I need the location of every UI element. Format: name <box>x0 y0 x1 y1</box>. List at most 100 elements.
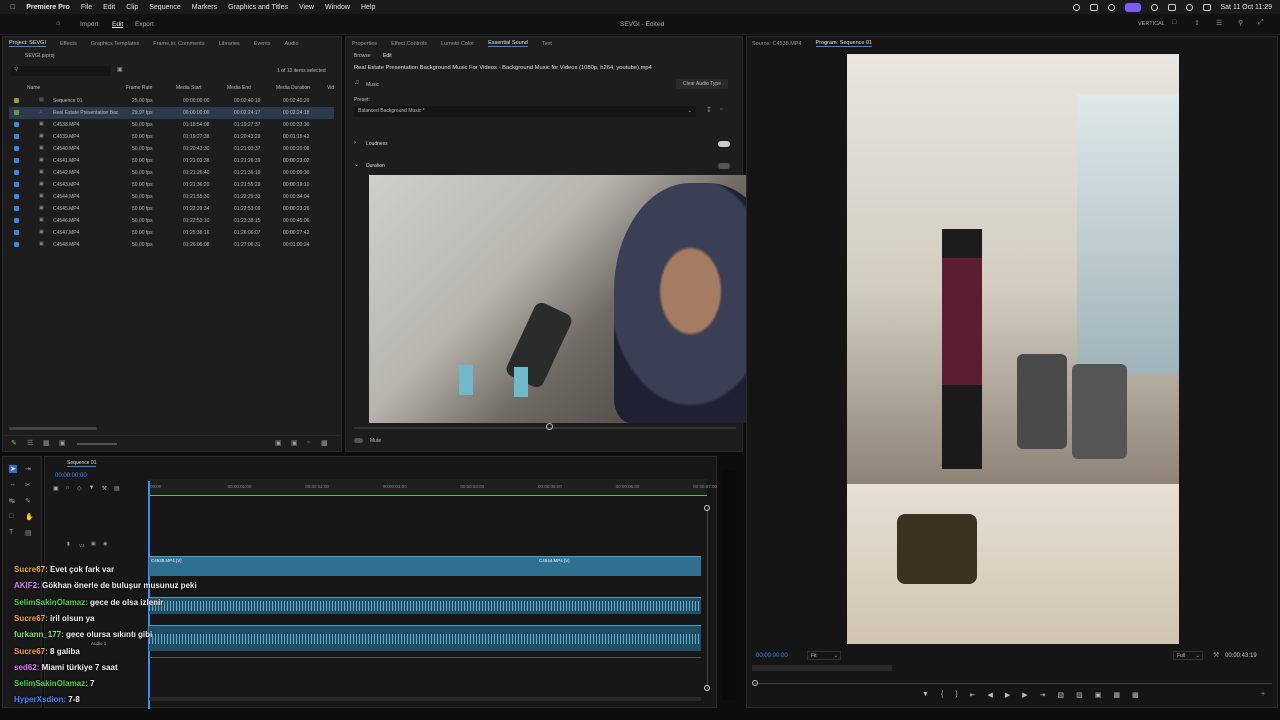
export-frame-icon[interactable]: ▩ <box>1132 691 1139 703</box>
ripple-edit-icon[interactable]: ↔ <box>9 481 16 488</box>
program-scrubber[interactable] <box>752 665 892 671</box>
list-view-icon[interactable]: ☰ <box>27 439 33 447</box>
trash-icon[interactable]: ▫ <box>307 439 309 446</box>
col-media-duration[interactable]: Media Duration <box>276 85 310 91</box>
label-color-swatch[interactable] <box>14 110 19 115</box>
tab-graphics-templates[interactable]: Graphics Templates <box>91 41 140 47</box>
battery-icon[interactable] <box>1167 3 1176 11</box>
extract-icon[interactable]: ▨ <box>1076 691 1083 703</box>
label-color-swatch[interactable] <box>14 98 19 103</box>
captions-icon[interactable]: ▤ <box>114 485 120 492</box>
duration-label[interactable]: Duration <box>366 163 385 169</box>
tab-effect-controls[interactable]: Effect Controls <box>391 41 427 47</box>
menu-graphics[interactable]: Graphics and Titles <box>228 4 288 11</box>
label-color-swatch[interactable] <box>14 182 19 187</box>
add-button-icon[interactable]: + <box>1261 691 1265 698</box>
timeline-timecode[interactable]: 00:00:00:00 <box>55 473 87 479</box>
tab-lumetri[interactable]: Lumetri Color <box>441 41 474 47</box>
tab-program[interactable]: Program: Sequence 01 <box>815 40 873 47</box>
project-row[interactable]: ▣ C4539.MP4 50.00 fps 01:19:27:38 01:20:43:2… <box>9 131 334 143</box>
settings-icon[interactable]: ☰ <box>1216 19 1222 27</box>
program-timecode[interactable]: 00:00:00:00 <box>756 653 788 659</box>
program-timeline-bar[interactable] <box>752 683 1272 684</box>
menu-markers[interactable]: Markers <box>192 4 217 11</box>
fullscreen-icon[interactable]: ⤢ <box>1258 19 1264 27</box>
tab-source[interactable]: Source: C4538.MP4 <box>752 41 802 47</box>
preset-select[interactable]: Balanced Background Music * ⌄ <box>354 106 696 117</box>
label-color-swatch[interactable] <box>14 218 19 223</box>
menu-sequence[interactable]: Sequence <box>149 4 181 11</box>
project-row[interactable]: ▣ C4541.MP4 50.00 fps 01:21:03:38 01:21:26:3… <box>9 155 334 167</box>
loudness-label[interactable]: Loudness <box>366 141 388 147</box>
project-row[interactable]: ▣ C4548.MP4 50.00 fps 01:26:06:08 01:27:06:3… <box>9 239 334 251</box>
tab-essential-sound[interactable]: Essential Sound <box>488 40 528 47</box>
rectangle-icon[interactable]: □ <box>9 513 13 520</box>
subtab-browse[interactable]: Browse <box>354 53 371 59</box>
selection-tool-icon[interactable]: ➤ <box>9 465 17 473</box>
tab-frameio[interactable]: Frame.io: Comments <box>153 41 204 47</box>
folder-icon[interactable]: ▣ <box>275 439 282 447</box>
freeform-icon[interactable]: ▣ <box>59 439 66 447</box>
icon-view-icon[interactable]: ▦ <box>43 439 50 447</box>
sequence-tab[interactable]: Sequence 01 <box>67 460 97 467</box>
menu-window[interactable]: Window <box>325 4 350 11</box>
col-media-end[interactable]: Media End <box>227 85 251 91</box>
record-icon[interactable] <box>1072 3 1080 11</box>
tab-audio[interactable]: Audio <box>285 41 299 47</box>
project-row[interactable]: ▣ C4544.MP4 50.00 fps 01:21:55:30 01:22:29:3… <box>9 191 334 203</box>
horizontal-scrollbar[interactable] <box>149 697 701 701</box>
project-row[interactable]: ▣ C4546.MP4 50.00 fps 01:22:53:10 01:23:38:1… <box>9 215 334 227</box>
label-color-swatch[interactable] <box>14 134 19 139</box>
slip-icon[interactable]: ↹ <box>9 497 15 505</box>
apple-icon[interactable]:  <box>10 4 15 11</box>
menu-app[interactable]: Premiere Pro <box>26 4 70 11</box>
marker-add-icon[interactable]: ▼ <box>89 485 95 492</box>
label-color-swatch[interactable] <box>14 194 19 199</box>
go-to-in-icon[interactable]: ⇤ <box>970 691 976 703</box>
nest-icon[interactable]: ▣ <box>53 485 59 492</box>
vertical-scrollbar[interactable] <box>707 507 708 689</box>
add-icon[interactable]: ▩ <box>321 439 328 447</box>
lift-icon[interactable]: ▧ <box>1058 691 1065 703</box>
delete-preset-icon[interactable]: ▫ <box>720 106 722 113</box>
step-back-icon[interactable]: ◀ <box>988 691 993 703</box>
sync-icon[interactable]: ▣ <box>91 541 96 547</box>
snap-icon[interactable]: ∩ <box>66 485 70 492</box>
duration-toggle[interactable] <box>718 163 730 169</box>
go-to-out-icon[interactable]: ⇥ <box>1040 691 1046 703</box>
tab-libraries[interactable]: Libraries <box>219 41 240 47</box>
workspace-label[interactable]: VERTICAL <box>1138 21 1165 27</box>
menu-file[interactable]: File <box>81 4 92 11</box>
clear-audio-type-button[interactable]: Clear Audio Type <box>676 79 728 89</box>
project-row[interactable]: ▣ C4542.MP4 50.00 fps 01:21:26:40 01:21:36:1… <box>9 167 334 179</box>
mark-out-icon[interactable]: } <box>955 691 957 703</box>
scroll-knob-top[interactable] <box>704 505 710 511</box>
label-color-swatch[interactable] <box>14 146 19 151</box>
screen-share-icon[interactable] <box>1124 2 1141 12</box>
tab-effects[interactable]: Effects <box>60 41 77 47</box>
layout-icon[interactable]: □ <box>1172 19 1176 26</box>
new-item-icon[interactable]: ▣ <box>291 439 298 447</box>
clock[interactable]: Sat 11 Oct 11:29 <box>1221 4 1273 11</box>
new-bin-icon[interactable]: ▣ <box>117 66 123 73</box>
zoom-slider[interactable] <box>77 443 117 445</box>
playhead-knob[interactable] <box>546 423 553 430</box>
col-media-start[interactable]: Media Start <box>176 85 202 91</box>
hand-icon[interactable]: ✋ <box>25 513 34 521</box>
mute-toggle[interactable] <box>354 438 363 443</box>
col-frame-rate[interactable]: Frame Rate <box>126 85 152 91</box>
label-color-swatch[interactable] <box>14 170 19 175</box>
track-select-icon[interactable]: ⇥ <box>25 465 31 473</box>
col-name[interactable]: Name <box>27 85 40 91</box>
save-preset-icon[interactable]: ↧ <box>706 106 712 114</box>
work-area-bar[interactable] <box>149 495 707 496</box>
eye-icon[interactable]: ◉ <box>103 541 107 547</box>
tab-import[interactable]: Import <box>80 21 98 28</box>
resolution-select[interactable]: Full ⌄ <box>1173 651 1203 660</box>
camera-icon[interactable]: ▣ <box>1095 691 1102 703</box>
control-center-icon[interactable] <box>1202 3 1211 11</box>
essential-scrollbar[interactable] <box>354 427 736 429</box>
search-input[interactable]: ⚲ <box>11 66 111 76</box>
tab-export[interactable]: Export <box>135 21 154 28</box>
project-row[interactable]: ▣ C4543.MP4 50.00 fps 01:21:36:20 01:21:55:2… <box>9 179 334 191</box>
